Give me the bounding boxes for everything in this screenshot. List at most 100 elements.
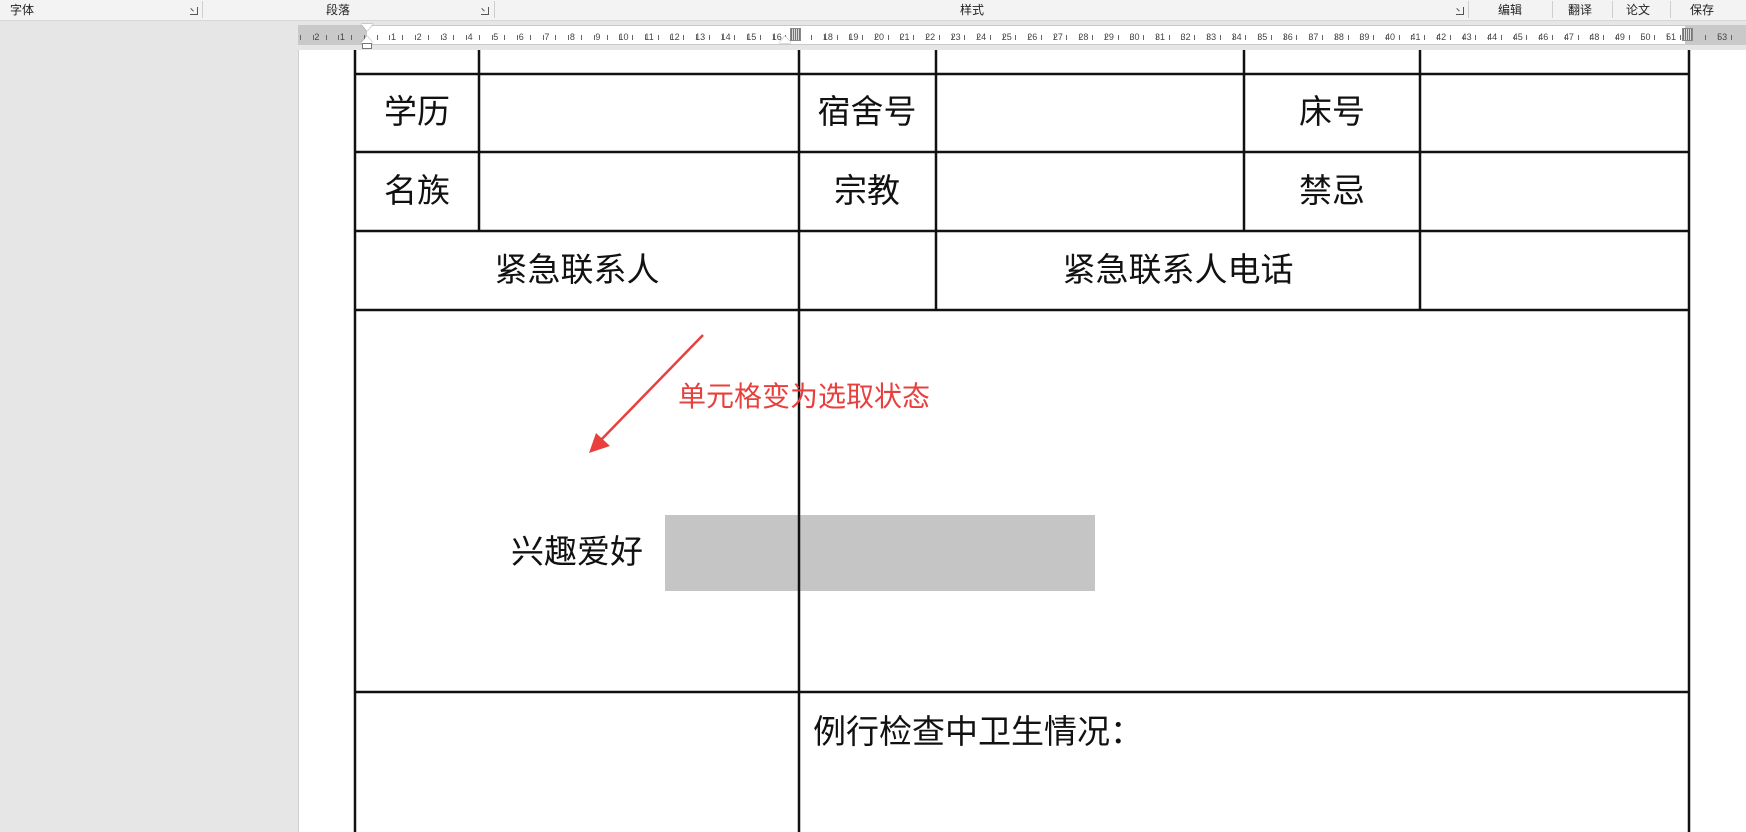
ruler-tick-label: 1 [339,32,345,42]
ruler-minor-tick [964,35,965,40]
first-line-indent-marker[interactable] [361,24,373,31]
ruler-minor-tick [709,35,710,40]
ruler-minor-tick [1348,35,1349,40]
ruler-minor-tick [1054,35,1055,40]
ruler-minor-tick [1309,35,1310,40]
ruler-minor-tick [1399,35,1400,40]
ruler-minor-tick [326,35,327,40]
ruler-minor-tick [1079,35,1080,40]
ribbon-separator [1552,1,1553,18]
paragraph-dialog-launcher-icon[interactable] [481,7,489,15]
ruler-minor-tick [1207,35,1208,40]
ribbon-separator [1612,1,1613,18]
ruler-tick-labels: 2 1 1 2 3 4 5 6 7 8 9 10 11 12 13 14 15 16 18 19 20 21 22 23 24 2… [0,25,1746,45]
ruler-minor-tick [300,35,301,40]
ruler-tick-label: 32 [1180,32,1191,42]
ruler-minor-tick [415,35,416,40]
ruler-tick-label: 4 [467,32,473,42]
ruler-minor-tick [658,35,659,40]
table-column-marker[interactable] [1682,28,1693,41]
ribbon-edit-button[interactable]: 编辑 [1498,0,1522,20]
ruler-minor-tick [1143,35,1144,40]
ruler-minor-tick [837,35,838,40]
font-dialog-launcher-icon[interactable] [190,7,198,15]
ruler-tick-label: 9 [595,32,601,42]
ruler-minor-tick [1437,35,1438,40]
ruler-minor-tick [1488,35,1489,40]
ruler-minor-tick [1590,35,1591,40]
ruler-minor-tick [377,35,378,40]
ruler-minor-tick [1654,35,1655,40]
ruler-minor-tick [1028,35,1029,40]
ribbon-paper-button[interactable]: 论文 [1626,0,1650,20]
table-column-marker[interactable] [790,28,801,41]
ruler-minor-tick [1565,35,1566,40]
ruler-minor-tick [773,35,774,40]
ruler-minor-tick [1463,35,1464,40]
ruler-minor-tick [1629,35,1630,40]
ruler-minor-tick [811,35,812,40]
document-page[interactable]: 学历 宿舍号 床号 名族 宗教 禁忌 紧急联系人 紧急联系人电话 兴趣爱好 例行… [298,50,1746,832]
ruler-minor-tick [1156,35,1157,40]
ruler-minor-tick [530,35,531,40]
ruler-minor-tick [351,35,352,40]
ruler-minor-tick [1475,35,1476,40]
ruler-minor-tick [1680,35,1681,40]
hanging-indent-marker[interactable] [361,36,373,43]
ruler-minor-tick [1258,35,1259,40]
ribbon-group-styles[interactable]: 样式 [960,0,984,20]
ruler-minor-tick [1003,35,1004,40]
ruler-minor-tick [607,35,608,40]
ruler-tick-label: 2 [416,32,422,42]
ruler-minor-tick [1169,35,1170,40]
right-indent-marker[interactable] [779,36,791,43]
ribbon-group-paragraph[interactable]: 段落 [326,0,350,20]
ruler-minor-tick [1411,35,1412,40]
ruler-minor-tick [1539,35,1540,40]
ruler-tick-label: 5 [493,32,499,42]
ruler-minor-tick [1041,35,1042,40]
ruler-minor-tick [645,35,646,40]
ribbon-group-font[interactable]: 字体 [10,0,34,20]
ruler-minor-tick [1603,35,1604,40]
styles-dialog-launcher-icon[interactable] [1456,7,1464,15]
ruler-minor-tick [402,35,403,40]
ruler-minor-tick [696,35,697,40]
ruler-minor-tick [1386,35,1387,40]
ruler-tick-label: 12 [669,32,680,42]
ribbon-separator [1468,1,1469,18]
ribbon-translate-button[interactable]: 翻译 [1568,0,1592,20]
ruler-minor-tick [683,35,684,40]
ruler-minor-tick [939,35,940,40]
ribbon-save-button[interactable]: 保存 [1690,0,1714,20]
ruler-minor-tick [1450,35,1451,40]
ruler-minor-tick [849,35,850,40]
ruler-minor-tick [952,35,953,40]
ruler-minor-tick [441,35,442,40]
ruler-tick-label: 6 [518,32,524,42]
ruler-minor-tick [1526,35,1527,40]
ruler-minor-tick [1514,35,1515,40]
ruler-minor-tick [479,35,480,40]
ruler-tick-label: 3 [442,32,448,42]
left-indent-marker[interactable] [362,43,372,49]
ruler-minor-tick [670,35,671,40]
ruler-minor-tick [466,35,467,40]
ruler-minor-tick [824,35,825,40]
ruler-minor-tick [568,35,569,40]
ruler-minor-tick [1220,35,1221,40]
ruler-minor-tick [1181,35,1182,40]
ribbon-separator [1670,1,1671,18]
ruler-tick-label: 7 [544,32,550,42]
ruler-minor-tick [1360,35,1361,40]
ruler-minor-tick [760,35,761,40]
ruler-minor-tick [990,35,991,40]
ruler-minor-tick [1501,35,1502,40]
ruler-minor-tick [1194,35,1195,40]
ruler-minor-tick [747,35,748,40]
ribbon-separator [494,1,495,18]
ruler-minor-tick [1373,35,1374,40]
ruler-minor-tick [1616,35,1617,40]
ribbon-group-bar: 字体 段落 样式 编辑 翻译 论文 保存 [0,0,1746,21]
ruler-minor-tick [1552,35,1553,40]
